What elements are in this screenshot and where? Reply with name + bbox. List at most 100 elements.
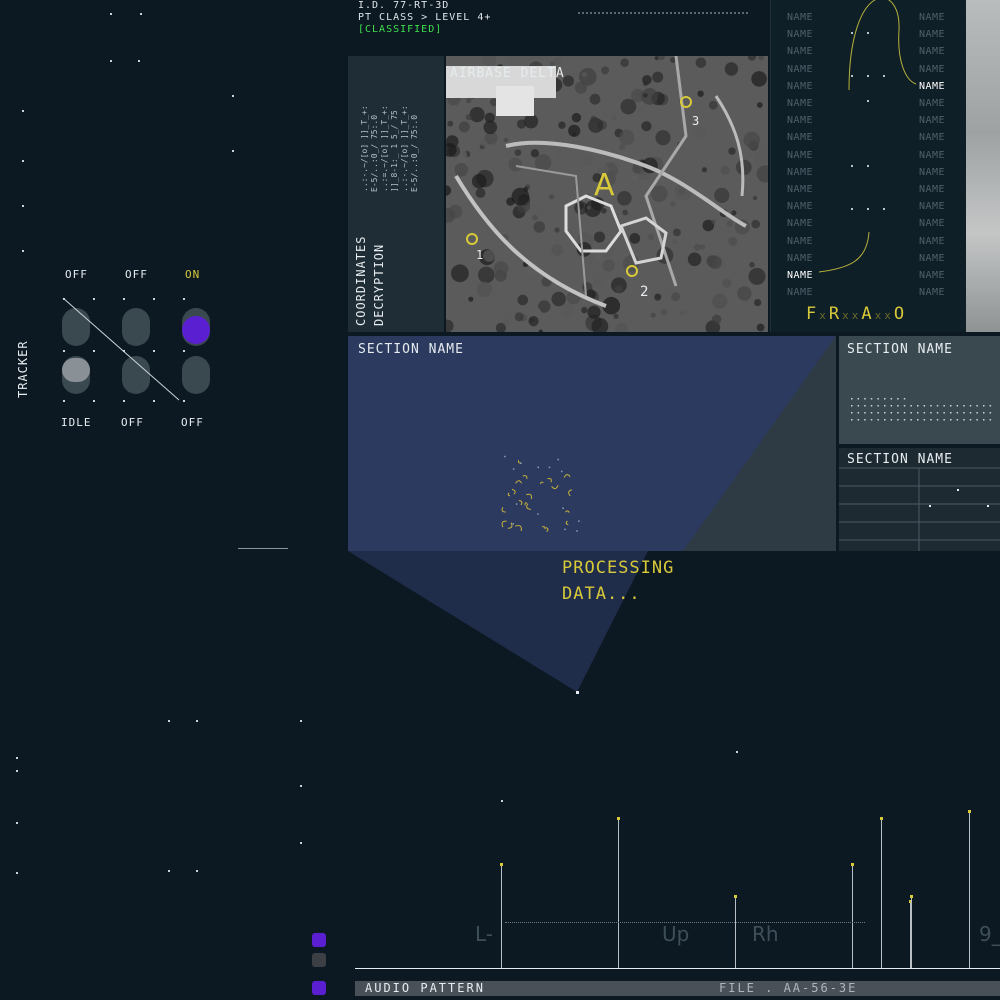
background-dot <box>16 872 18 874</box>
grid-dot <box>864 398 866 400</box>
status-square[interactable] <box>312 933 326 947</box>
audio-bar <box>911 896 912 968</box>
code-line: E-5/..:0_/ 75:.0 <box>370 114 379 192</box>
scatter-mark <box>526 493 532 500</box>
code-char: x <box>819 309 827 322</box>
scatter-mark <box>565 520 569 526</box>
scatter-mark <box>547 477 552 483</box>
grid-dot <box>983 405 985 407</box>
marker-3-ring[interactable] <box>680 96 692 108</box>
tracker-grid-dot <box>123 350 125 352</box>
scatter-mark <box>526 503 531 510</box>
scatter-mark <box>522 475 528 479</box>
scatter-mark <box>545 526 549 532</box>
status-square[interactable] <box>312 981 326 995</box>
scatter-mark <box>507 492 511 497</box>
audio-bar <box>501 864 502 968</box>
audio-bar-tip <box>910 895 913 898</box>
coordinates-title: COORDINATES <box>354 235 368 326</box>
audio-baseline <box>355 968 1000 969</box>
background-dot <box>110 60 112 62</box>
scatter-mark <box>515 480 523 484</box>
grid-dot <box>857 419 860 421</box>
scatter-point <box>561 470 563 473</box>
id-line: I.D. 77-RT-3D <box>358 0 450 11</box>
audio-bar-tip <box>500 863 503 866</box>
background-dot <box>232 150 234 152</box>
tracker-grid-dot <box>183 298 185 300</box>
grid-dot <box>897 398 899 400</box>
grid-dot <box>910 412 912 414</box>
grid-dot <box>857 412 860 414</box>
grid-dot <box>963 412 965 414</box>
scatter-mark <box>507 522 513 529</box>
scatter-point <box>537 466 539 469</box>
marker-1-ring[interactable] <box>466 233 478 245</box>
audio-axis-label: Up <box>662 922 690 946</box>
grid-dot <box>890 398 893 400</box>
grid-dot <box>930 412 932 414</box>
grid-dot <box>983 419 985 421</box>
background-dot <box>140 13 142 15</box>
audio-bar <box>881 818 882 968</box>
section-right-bottom-grid <box>839 467 1000 551</box>
scatter-point <box>537 513 539 515</box>
marker-2-ring[interactable] <box>626 265 638 277</box>
status-square[interactable] <box>312 953 326 967</box>
grid-dot <box>989 405 992 407</box>
grid-dot <box>976 412 978 414</box>
grid-dot <box>917 405 919 407</box>
grid-dot <box>857 405 860 407</box>
grid-dot <box>910 419 912 421</box>
scatter-point <box>520 462 522 464</box>
grid-dot <box>950 419 952 421</box>
scatter-point <box>548 466 551 469</box>
scatter-mark <box>511 489 516 495</box>
grid-dot <box>969 405 972 407</box>
grid-dot <box>877 398 879 400</box>
grid-dot <box>890 405 893 407</box>
audio-axis-label: 9_ <box>979 922 1000 946</box>
grid-dot <box>956 419 959 421</box>
scatter-mark <box>541 526 546 530</box>
audio-bar-tip <box>617 817 620 820</box>
background-dot <box>16 770 18 772</box>
code-char: A <box>861 304 873 324</box>
grid-dot <box>870 405 873 407</box>
tracker-grid-dot <box>123 298 125 300</box>
grid-dot <box>936 405 939 407</box>
audio-bar <box>852 864 853 968</box>
tracker-grid-dot <box>183 400 185 402</box>
grid-dot <box>897 419 899 421</box>
grid-dot <box>877 412 879 414</box>
background-dot <box>300 785 302 787</box>
audio-pattern-label: AUDIO PATTERN <box>365 981 485 995</box>
tracker-grid-dot <box>153 298 155 300</box>
audio-pattern-bar[interactable]: AUDIO PATTERN FILE . AA-56-3E <box>355 981 1000 996</box>
audio-axis-label: L- <box>475 922 494 946</box>
grid-dot <box>897 412 899 414</box>
header-dotted-rule <box>578 12 748 14</box>
grid-dot <box>936 412 939 414</box>
background-dot <box>22 110 24 112</box>
code-char: O <box>893 304 906 324</box>
grid-dot <box>870 419 873 421</box>
scatter-mark <box>501 507 506 513</box>
code-line: ..:-.~/[o] ]]_T_+: <box>400 105 409 192</box>
connector-line <box>238 548 288 549</box>
grid-dot <box>989 412 992 414</box>
audio-file-label: FILE . AA-56-3E <box>719 981 858 995</box>
background-dot <box>16 757 18 759</box>
section-main-scatter <box>501 336 836 551</box>
audio-bar <box>969 811 970 968</box>
grid-dot <box>903 398 906 400</box>
grid-dot <box>851 398 853 400</box>
grid-dot <box>877 405 879 407</box>
processing-text: PROCESSING DATA... <box>562 555 674 607</box>
grid-dot <box>857 398 860 400</box>
code-char: x <box>842 309 850 322</box>
grid-dot <box>923 419 926 421</box>
code-char: x <box>851 309 860 322</box>
satellite-map[interactable]: AIRBASE DELTA A 1 2 3 <box>446 56 768 332</box>
background-dot <box>22 160 24 162</box>
